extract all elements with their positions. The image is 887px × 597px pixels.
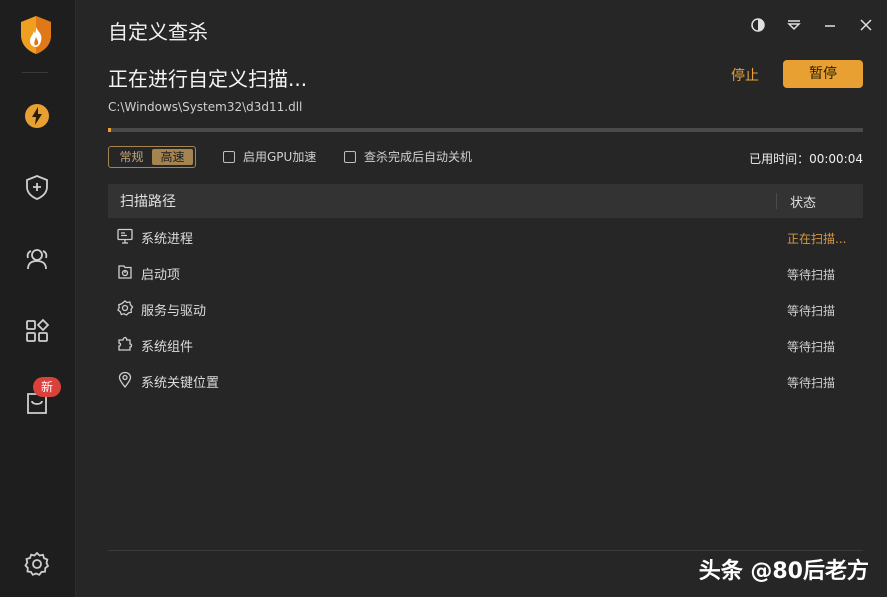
mode-normal-option[interactable]: 常规	[111, 149, 152, 165]
sidebar: 新	[0, 0, 76, 597]
window-controls	[747, 14, 877, 36]
row-status: 正在扫描...	[787, 232, 847, 246]
elapsed-label: 已用时间：	[749, 152, 810, 166]
sidebar-item-tools[interactable]	[18, 312, 56, 350]
new-badge: 新	[33, 377, 61, 397]
menu-icon	[787, 20, 801, 31]
table-row[interactable]: 启动项 等待扫描	[108, 254, 863, 290]
footer-divider	[108, 550, 863, 551]
table-row[interactable]: 系统组件 等待扫描	[108, 326, 863, 362]
window-title: 自定义查杀	[108, 20, 208, 44]
header-divider	[776, 193, 777, 209]
elapsed-value: 00:00:04	[809, 152, 863, 166]
table-header: 扫描路径 状态	[108, 184, 863, 218]
row-label: 系统进程	[141, 232, 194, 247]
header-status: 状态	[790, 195, 817, 211]
close-icon	[860, 19, 872, 31]
apps-icon	[26, 318, 50, 342]
shutdown-checkbox-box[interactable]	[344, 150, 356, 163]
current-file-path: C:\Windows\System32\d3d11.dll	[108, 100, 303, 114]
sidebar-item-quick-scan[interactable]	[18, 97, 56, 135]
shield-flame-logo	[21, 16, 51, 54]
row-label: 系统组件	[141, 340, 194, 355]
minimize-icon	[825, 25, 835, 27]
scan-mode-toggle: 常规 高速	[108, 146, 196, 168]
header-scan-path: 扫描路径	[120, 194, 176, 210]
row-label: 系统关键位置	[141, 376, 220, 391]
auto-shutdown-checkbox[interactable]: 查杀完成后自动关机	[344, 148, 472, 165]
main-panel: 自定义查杀 正在进行自定义扫描... 停止 暂停 C:\Windows\Syst…	[76, 0, 887, 597]
row-status: 等待扫描	[787, 376, 836, 390]
menu-button[interactable]	[783, 14, 805, 36]
stop-button[interactable]: 停止	[720, 64, 770, 88]
row-status: 等待扫描	[787, 268, 836, 282]
minimize-button[interactable]	[819, 14, 841, 36]
sidebar-item-accounts[interactable]	[18, 240, 56, 278]
pause-button[interactable]: 暂停	[783, 60, 863, 88]
close-button[interactable]	[855, 14, 877, 36]
theme-button[interactable]	[747, 14, 769, 36]
table-row[interactable]: 系统进程 正在扫描...	[108, 218, 863, 254]
row-status: 等待扫描	[787, 304, 836, 318]
gpu-checkbox-box[interactable]	[223, 150, 235, 163]
row-label: 服务与驱动	[141, 304, 207, 319]
sidebar-item-protection[interactable]	[18, 168, 56, 206]
users-icon	[26, 249, 48, 270]
puzzle-icon	[118, 336, 133, 351]
startup-icon	[118, 265, 132, 279]
shutdown-checkbox-label: 查杀完成后自动关机	[364, 150, 473, 164]
theme-icon	[751, 18, 765, 32]
gpu-accel-checkbox[interactable]: 启用GPU加速	[223, 148, 316, 165]
shield-plus-icon	[26, 175, 48, 200]
location-icon	[118, 371, 132, 389]
table-row[interactable]: 服务与驱动 等待扫描	[108, 290, 863, 326]
mode-fast-option[interactable]: 高速	[152, 149, 193, 165]
scan-heading: 正在进行自定义扫描...	[108, 67, 308, 91]
scan-progress-bar	[108, 128, 863, 132]
scan-table: 扫描路径 状态 系统进程 正在扫描... 启动项 等待扫描 服务与驱动 等待扫描…	[108, 184, 863, 398]
scan-progress-fill	[108, 128, 112, 132]
gear-icon	[24, 551, 50, 576]
service-icon	[117, 300, 134, 316]
gpu-checkbox-label: 启用GPU加速	[243, 150, 317, 164]
watermark: 头条 @80后老方	[698, 559, 869, 584]
sidebar-item-settings[interactable]	[18, 545, 56, 583]
elapsed-time: 已用时间：00:00:04	[749, 150, 863, 167]
monitor-icon	[117, 228, 133, 244]
logo-divider	[22, 72, 48, 73]
row-status: 等待扫描	[787, 340, 836, 354]
lightning-icon	[25, 104, 49, 128]
row-label: 启动项	[141, 268, 181, 283]
table-row[interactable]: 系统关键位置 等待扫描	[108, 362, 863, 398]
